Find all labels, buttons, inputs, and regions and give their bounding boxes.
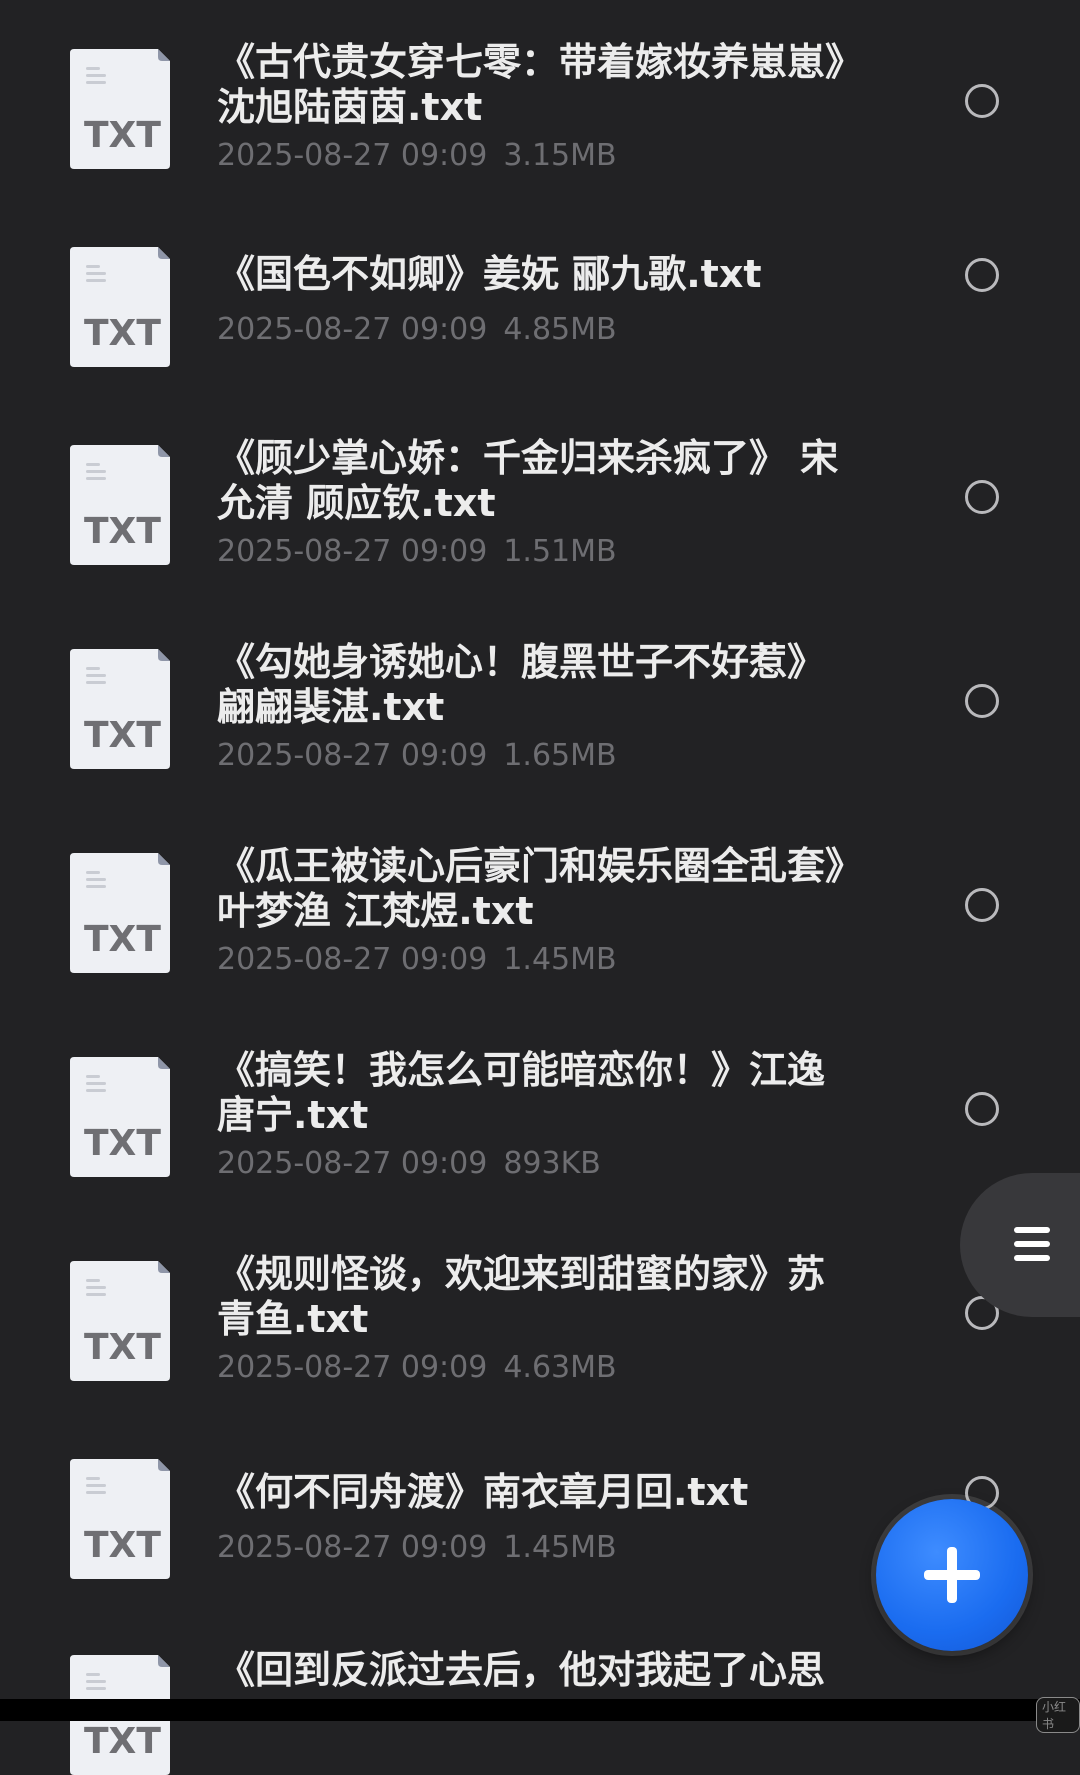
file-meta: 2025-08-27 09:09 1.65MB (217, 738, 617, 774)
radio-circle-icon[interactable] (965, 684, 999, 718)
file-date: 2025-08-27 09:09 (217, 534, 488, 569)
file-list: TXT 《古代贵女穿七零：带着嫁妆养崽崽》沈旭陆茵茵.txt 2025-08-27 … (0, 0, 1080, 1775)
file-size: 1.45MB (503, 942, 617, 977)
file-meta: 2025-08-27 09:09 1.45MB (217, 942, 617, 978)
menu-lines-icon (1014, 1227, 1050, 1261)
file-type-label: TXT (84, 313, 161, 354)
file-name: 《国色不如卿》姜妩 郦九歌.txt (217, 252, 762, 296)
file-date: 2025-08-27 09:09 (217, 312, 488, 347)
file-size: 4.63MB (503, 1350, 617, 1385)
file-meta: 2025-08-27 09:09 4.63MB (217, 1350, 617, 1386)
radio-circle-icon[interactable] (965, 1092, 999, 1126)
txt-file-icon: TXT (70, 853, 170, 973)
txt-file-icon: TXT (70, 49, 170, 169)
watermark-logo: 小红书 (1036, 1697, 1080, 1733)
file-size: 1.45MB (503, 1530, 617, 1565)
file-type-label: TXT (84, 1327, 161, 1368)
file-meta: 2025-08-27 09:09 1.51MB (217, 534, 617, 570)
txt-file-icon: TXT (70, 445, 170, 565)
txt-file-icon: TXT (70, 1459, 170, 1579)
file-size: 1.51MB (503, 534, 617, 569)
file-name: 《何不同舟渡》南衣章月回.txt (217, 1470, 749, 1514)
txt-file-icon: TXT (70, 1261, 170, 1381)
file-size: 4.85MB (503, 312, 617, 347)
file-name: 《规则怪谈，欢迎来到甜蜜的家》苏青鱼.txt (217, 1252, 826, 1341)
file-size: 3.15MB (503, 138, 617, 173)
file-name: 《顾少掌心娇：千金归来杀疯了》 宋允清 顾应钦.txt (217, 436, 839, 525)
radio-circle-icon[interactable] (965, 258, 999, 292)
file-date: 2025-08-27 09:09 (217, 1350, 488, 1385)
txt-file-icon: TXT (70, 247, 170, 367)
file-date: 2025-08-27 09:09 (217, 1530, 488, 1565)
radio-circle-icon[interactable] (965, 480, 999, 514)
txt-file-icon: TXT (70, 1057, 170, 1177)
file-date: 2025-08-27 09:09 (217, 738, 488, 773)
file-date: 2025-08-27 09:09 (217, 942, 488, 977)
file-type-label: TXT (84, 511, 161, 552)
radio-circle-icon[interactable] (965, 888, 999, 922)
file-meta: 2025-08-27 09:09 3.15MB (217, 138, 617, 174)
file-size: 893KB (503, 1146, 601, 1181)
file-type-label: TXT (84, 919, 161, 960)
txt-file-icon: TXT (70, 649, 170, 769)
file-name: 《古代贵女穿七零：带着嫁妆养崽崽》沈旭陆茵茵.txt (217, 40, 845, 129)
file-name: 《回到反派过去后，他对我起了心思 (217, 1648, 826, 1692)
file-name: 《勾她身诱她心！腹黑世子不好惹》翩翩裴湛.txt (217, 640, 826, 729)
file-size: 1.65MB (503, 738, 617, 773)
file-type-label: TXT (84, 1123, 161, 1164)
file-type-label: TXT (84, 715, 161, 756)
radio-circle-icon[interactable] (965, 84, 999, 118)
file-type-label: TXT (84, 1721, 161, 1762)
file-date: 2025-08-27 09:09 (217, 1146, 488, 1181)
file-name: 《瓜王被读心后豪门和娱乐圈全乱套》叶梦渔 江梵煜.txt (217, 844, 845, 933)
file-type-label: TXT (84, 1525, 161, 1566)
file-meta: 2025-08-27 09:09 893KB (217, 1146, 601, 1182)
file-date: 2025-08-27 09:09 (217, 138, 488, 173)
add-fab-button[interactable] (876, 1499, 1028, 1651)
file-type-label: TXT (84, 115, 161, 156)
bottom-edge-bar (0, 1699, 1080, 1721)
file-meta: 2025-08-27 09:09 4.85MB (217, 312, 617, 348)
file-name: 《搞笑！我怎么可能暗恋你！》江逸唐宁.txt (217, 1048, 826, 1137)
file-meta: 2025-08-27 09:09 1.45MB (217, 1530, 617, 1566)
